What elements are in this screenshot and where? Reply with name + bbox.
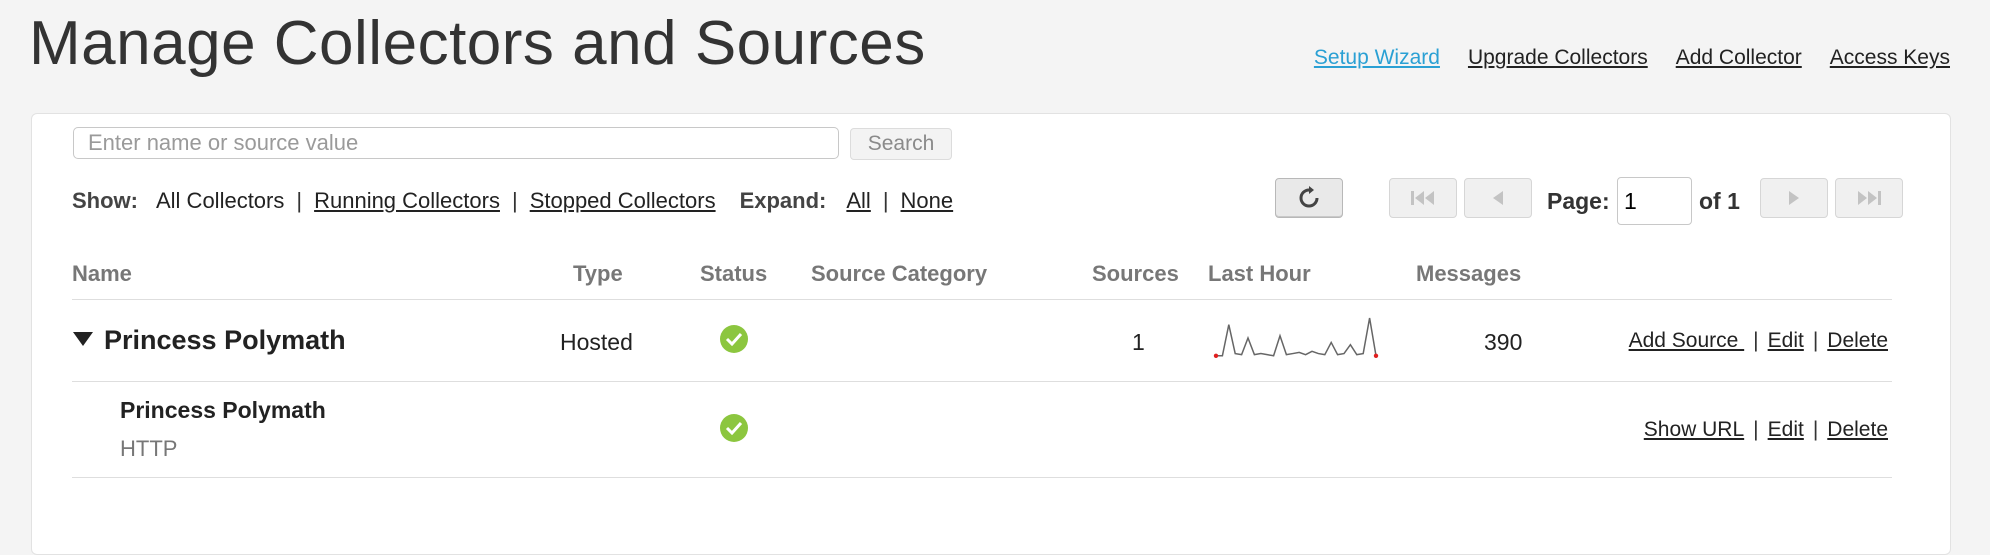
column-header-name: Name xyxy=(72,261,132,286)
separator: | xyxy=(882,188,889,213)
first-page-icon xyxy=(1411,191,1434,205)
separator: | xyxy=(1812,418,1819,441)
separator: | xyxy=(1753,329,1759,352)
expand-none-link[interactable]: None xyxy=(901,188,954,214)
collector-sources-count: 1 xyxy=(1132,329,1145,355)
add-collector-link[interactable]: Add Collector xyxy=(1676,46,1802,70)
separator: | xyxy=(1753,418,1759,441)
first-page-button[interactable] xyxy=(1389,178,1457,218)
last-page-icon xyxy=(1858,191,1881,205)
separator: | xyxy=(296,188,303,213)
page-title: Manage Collectors and Sources xyxy=(29,9,926,78)
collectors-panel: Search Show: All Collectors | Running Co… xyxy=(31,113,1951,555)
source-actions: Show URL | Edit | Delete xyxy=(1644,418,1888,442)
last-hour-sparkline xyxy=(1213,317,1379,358)
filter-running-collectors[interactable]: Running Collectors xyxy=(314,188,500,214)
separator: | xyxy=(511,188,518,213)
show-label: Show: xyxy=(72,188,138,213)
expand-label: Expand: xyxy=(739,188,827,213)
collector-messages-count: 390 xyxy=(1484,329,1523,355)
column-header-status: Status xyxy=(700,261,768,286)
status-ok-icon xyxy=(720,325,748,353)
column-header-last-hour: Last Hour xyxy=(1208,261,1311,286)
divider xyxy=(72,477,1892,478)
edit-collector-link[interactable]: Edit xyxy=(1768,329,1804,352)
add-source-link[interactable]: Add Source xyxy=(1629,329,1745,352)
edit-source-link[interactable]: Edit xyxy=(1768,418,1804,441)
delete-source-link[interactable]: Delete xyxy=(1827,418,1888,441)
sparkline-end-point xyxy=(1373,353,1379,358)
prev-page-button[interactable] xyxy=(1464,178,1532,218)
page-count: of 1 xyxy=(1699,188,1740,214)
collector-name: Princess Polymath xyxy=(104,325,346,355)
page-number-input[interactable] xyxy=(1617,177,1692,225)
source-name: Princess Polymath xyxy=(120,397,326,423)
access-keys-link[interactable]: Access Keys xyxy=(1830,46,1950,70)
sparkline-start-point xyxy=(1213,353,1219,358)
show-url-link[interactable]: Show URL xyxy=(1644,418,1744,441)
source-kind: HTTP xyxy=(120,436,178,461)
delete-collector-link[interactable]: Delete xyxy=(1827,329,1888,352)
setup-wizard-link[interactable]: Setup Wizard xyxy=(1314,46,1440,70)
filter-stopped-collectors[interactable]: Stopped Collectors xyxy=(530,188,716,214)
expand-all-link[interactable]: All xyxy=(846,188,870,214)
column-header-type: Type xyxy=(573,261,623,286)
next-page-icon xyxy=(1789,191,1799,205)
next-page-button[interactable] xyxy=(1760,178,1828,218)
prev-page-icon xyxy=(1493,191,1503,205)
column-header-sources: Sources xyxy=(1092,261,1179,286)
search-button[interactable]: Search xyxy=(850,128,952,160)
filter-row: Show: All Collectors | Running Collector… xyxy=(72,186,953,216)
column-header-messages: Messages xyxy=(1416,261,1522,286)
filter-all-collectors: All Collectors xyxy=(156,188,285,213)
separator: | xyxy=(1812,329,1819,352)
status-ok-icon xyxy=(720,414,748,442)
collector-actions: Add Source | Edit | Delete xyxy=(1629,329,1888,353)
header-links: Setup Wizard Upgrade Collectors Add Coll… xyxy=(1314,46,1950,70)
refresh-button[interactable] xyxy=(1275,178,1343,218)
column-header-source-category: Source Category xyxy=(811,261,988,286)
refresh-icon xyxy=(1299,186,1319,208)
divider xyxy=(72,381,1892,382)
collector-type: Hosted xyxy=(560,329,633,355)
upgrade-collectors-link[interactable]: Upgrade Collectors xyxy=(1468,46,1648,70)
collapse-triangle-icon[interactable] xyxy=(73,332,93,346)
divider xyxy=(72,299,1892,300)
page-label: Page: xyxy=(1547,188,1610,214)
last-page-button[interactable] xyxy=(1835,178,1903,218)
sparkline-line xyxy=(1216,317,1377,357)
search-input[interactable] xyxy=(73,127,839,159)
